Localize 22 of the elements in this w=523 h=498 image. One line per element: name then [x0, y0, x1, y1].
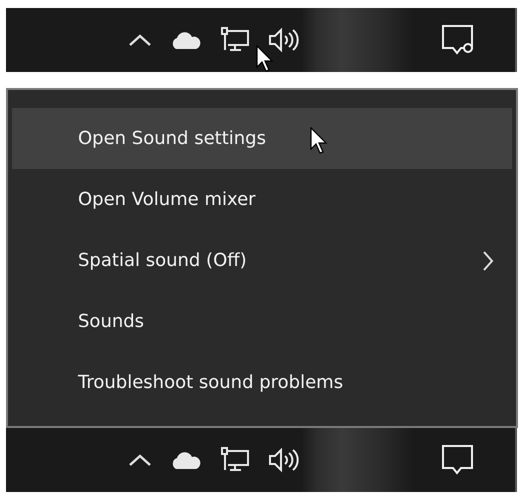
monitor-icon[interactable]	[220, 27, 250, 53]
speaker-icon[interactable]	[268, 447, 300, 473]
menu-item[interactable]: Troubleshoot sound problems	[12, 352, 512, 413]
notification-badge-icon[interactable]	[441, 24, 475, 56]
menu-item-label: Troubleshoot sound problems	[78, 372, 344, 393]
menu-item[interactable]: Spatial sound (Off)	[12, 230, 512, 291]
chevron-up-icon[interactable]	[128, 33, 152, 47]
speaker-icon[interactable]	[268, 27, 300, 53]
cloud-icon[interactable]	[170, 450, 202, 470]
chevron-up-icon[interactable]	[128, 453, 152, 467]
monitor-icon[interactable]	[220, 447, 250, 473]
cloud-icon[interactable]	[170, 30, 202, 50]
menu-item[interactable]: Open Volume mixer	[12, 169, 512, 230]
menu-item-label: Sounds	[78, 311, 144, 332]
notification-icon[interactable]	[441, 444, 475, 476]
menu-item[interactable]: Open Sound settings	[12, 108, 512, 169]
menu-item-label: Open Volume mixer	[78, 189, 256, 210]
menu-item-label: Open Sound settings	[78, 128, 266, 149]
pointer-icon	[310, 127, 330, 155]
menu-item[interactable]: Sounds	[12, 291, 512, 352]
pointer-icon	[256, 45, 276, 73]
menu-item-label: Spatial sound (Off)	[78, 250, 247, 271]
